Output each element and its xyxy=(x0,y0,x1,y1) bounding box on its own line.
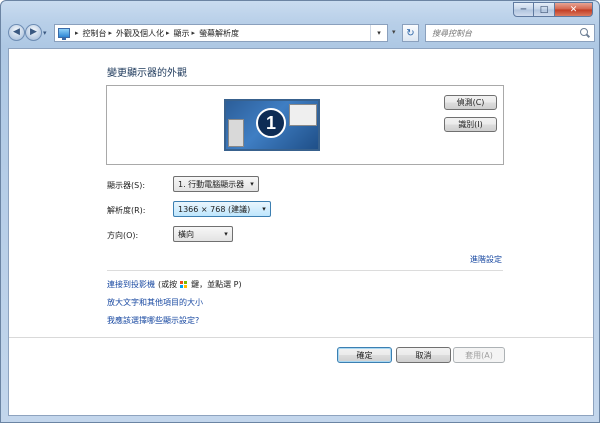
minimize-button[interactable]: ─ xyxy=(513,2,534,17)
address-bar[interactable]: ▸ 控制台 ▸ 外觀及個人化 ▸ 顯示 ▸ 螢幕解析度 ▾ xyxy=(54,24,388,42)
monitor-window-right xyxy=(289,104,317,126)
resolution-select-value: 1366 × 768 (建議) xyxy=(178,204,251,214)
forward-button[interactable]: ▶ xyxy=(25,24,42,41)
content-panel: 變更顯示器的外觀 1 偵測(C) 識別(I) 顯示器(S): 1. 行動電腦顯示… xyxy=(8,48,594,416)
maximize-button[interactable]: □ xyxy=(534,2,555,17)
cancel-button[interactable]: 取消 xyxy=(396,347,451,363)
monitor-window-left xyxy=(228,119,244,147)
resolution-select[interactable]: 1366 × 768 (建議) ▾ xyxy=(173,201,271,217)
orientation-label: 方向(O): xyxy=(107,231,139,240)
which-settings-link[interactable]: 我應該選擇哪些顯示設定? xyxy=(107,315,199,326)
control-panel-icon xyxy=(58,28,70,40)
text-size-link[interactable]: 放大文字和其他項目的大小 xyxy=(107,297,203,308)
breadcrumb-display[interactable]: 顯示 xyxy=(174,28,190,39)
refresh-button[interactable]: ↻ xyxy=(402,24,419,42)
breadcrumb-separator[interactable]: ▸ xyxy=(75,29,79,37)
breadcrumb-separator[interactable]: ▸ xyxy=(109,29,113,37)
refresh-icon: ↻ xyxy=(406,27,415,39)
detect-button[interactable]: 偵測(C) xyxy=(444,95,497,110)
chevron-down-icon: ▾ xyxy=(250,180,254,188)
breadcrumb-screen-resolution[interactable]: 螢幕解析度 xyxy=(199,28,239,39)
address-history-dropdown[interactable]: ▾ xyxy=(392,28,396,36)
page-title: 變更顯示器的外觀 xyxy=(107,68,187,79)
search-box[interactable] xyxy=(425,24,595,42)
display-arrangement-panel: 1 偵測(C) 識別(I) xyxy=(106,85,504,165)
breadcrumb-appearance[interactable]: 外觀及個人化 xyxy=(116,28,164,39)
projector-row: 連接到投影機 (或按 鍵，並點選 P) xyxy=(107,279,242,290)
display-select-value: 1. 行動電腦顯示器 xyxy=(178,179,245,189)
breadcrumb-separator[interactable]: ▸ xyxy=(192,29,196,37)
footer-divider xyxy=(9,337,593,338)
recent-pages-dropdown[interactable]: ▾ xyxy=(43,29,47,37)
forward-arrow-icon: ▶ xyxy=(30,27,37,37)
back-arrow-icon: ◀ xyxy=(13,27,20,37)
caption-buttons: ─ □ ✕ xyxy=(513,2,593,17)
monitor-number-badge: 1 xyxy=(256,108,286,138)
monitor-thumbnail[interactable]: 1 xyxy=(224,99,320,151)
apply-button[interactable]: 套用(A) xyxy=(453,347,505,363)
chevron-down-icon: ▾ xyxy=(224,230,228,238)
address-dropdown-icon[interactable]: ▾ xyxy=(370,25,387,41)
back-button[interactable]: ◀ xyxy=(8,24,25,41)
projector-hint-prefix: (或按 xyxy=(158,280,178,289)
ok-button[interactable]: 確定 xyxy=(337,347,392,363)
identify-button[interactable]: 識別(I) xyxy=(444,117,497,132)
search-icon[interactable] xyxy=(580,28,590,38)
resolution-label: 解析度(R): xyxy=(107,206,146,215)
window-frame: ─ □ ✕ ◀ ▶ ▾ ▸ 控制台 ▸ 外觀及個人化 ▸ 顯示 ▸ 螢幕解析度 … xyxy=(0,0,600,423)
section-divider xyxy=(107,270,503,271)
windows-logo-icon xyxy=(180,280,188,289)
search-input[interactable] xyxy=(430,27,580,39)
display-label: 顯示器(S): xyxy=(107,181,146,190)
breadcrumb-control-panel[interactable]: 控制台 xyxy=(83,28,107,39)
orientation-select-value: 橫向 xyxy=(178,229,194,239)
advanced-settings-link[interactable]: 進階設定 xyxy=(470,254,502,265)
projector-hint-suffix: 鍵，並點選 P) xyxy=(191,280,242,289)
breadcrumb-separator[interactable]: ▸ xyxy=(166,29,170,37)
projector-link[interactable]: 連接到投影機 xyxy=(107,279,155,290)
close-button[interactable]: ✕ xyxy=(555,2,593,17)
display-select[interactable]: 1. 行動電腦顯示器 ▾ xyxy=(173,176,259,192)
orientation-select[interactable]: 橫向 ▾ xyxy=(173,226,233,242)
chevron-down-icon: ▾ xyxy=(262,205,266,213)
